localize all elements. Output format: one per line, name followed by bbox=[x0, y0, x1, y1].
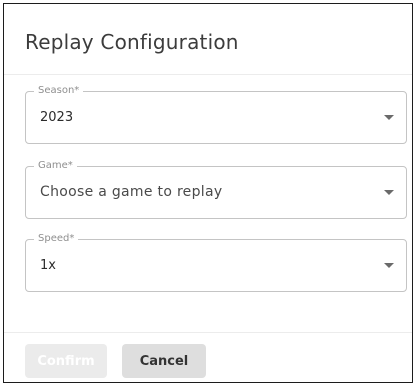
season-select[interactable]: Season* 2023 bbox=[25, 84, 407, 144]
dialog-title: Replay Configuration bbox=[25, 30, 239, 54]
speed-label: Speed* bbox=[34, 232, 79, 246]
season-label: Season* bbox=[34, 84, 84, 98]
season-value: 2023 bbox=[40, 110, 74, 125]
footer-divider bbox=[4, 332, 412, 333]
speed-select[interactable]: Speed* 1x bbox=[25, 232, 407, 292]
confirm-button[interactable]: Confirm bbox=[25, 344, 107, 378]
game-label: Game* bbox=[34, 159, 77, 173]
season-caret-down-icon bbox=[384, 115, 394, 120]
speed-caret-down-icon bbox=[384, 263, 394, 268]
cancel-button[interactable]: Cancel bbox=[122, 344, 206, 378]
game-placeholder: Choose a game to replay bbox=[40, 184, 223, 200]
game-caret-down-icon bbox=[384, 190, 394, 195]
game-select[interactable]: Game* Choose a game to replay bbox=[25, 159, 407, 219]
replay-configuration-dialog: Replay Configuration Season* 2023 Game* … bbox=[3, 3, 413, 383]
speed-value: 1x bbox=[40, 258, 56, 273]
header-divider bbox=[4, 74, 412, 75]
